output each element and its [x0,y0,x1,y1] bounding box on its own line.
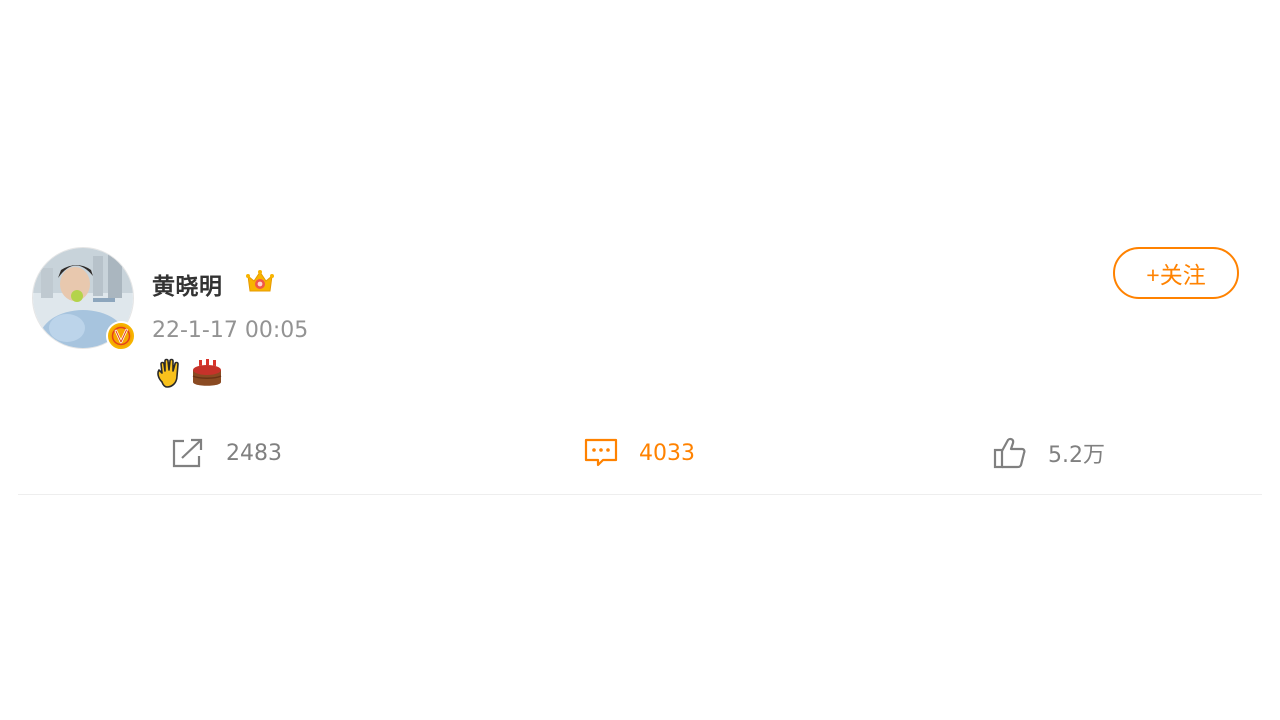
weibo-post-card: 黄晓明 22-1-17 00:05 +关注 2483 4033 5.2万 [18,240,1262,495]
waving-hand-icon [153,356,187,392]
crown-icon[interactable] [244,266,276,298]
like-count: 5.2万 [1048,443,1105,468]
thumbs-up-icon [992,436,1028,470]
birthday-cake-icon [189,356,225,392]
verified-v-icon [106,321,136,351]
share-button[interactable]: 2483 [170,436,282,470]
user-name[interactable]: 黄晓明 [152,267,223,301]
avatar[interactable] [32,247,136,351]
comment-count: 4033 [639,440,695,466]
like-button[interactable]: 5.2万 [992,436,1105,470]
post-timestamp[interactable]: 22-1-17 00:05 [152,318,308,343]
comment-icon [583,436,619,470]
share-icon [170,436,206,470]
comment-button[interactable]: 4033 [583,436,695,470]
post-content [153,356,225,392]
share-count: 2483 [226,440,282,466]
follow-button[interactable]: +关注 [1113,247,1239,299]
